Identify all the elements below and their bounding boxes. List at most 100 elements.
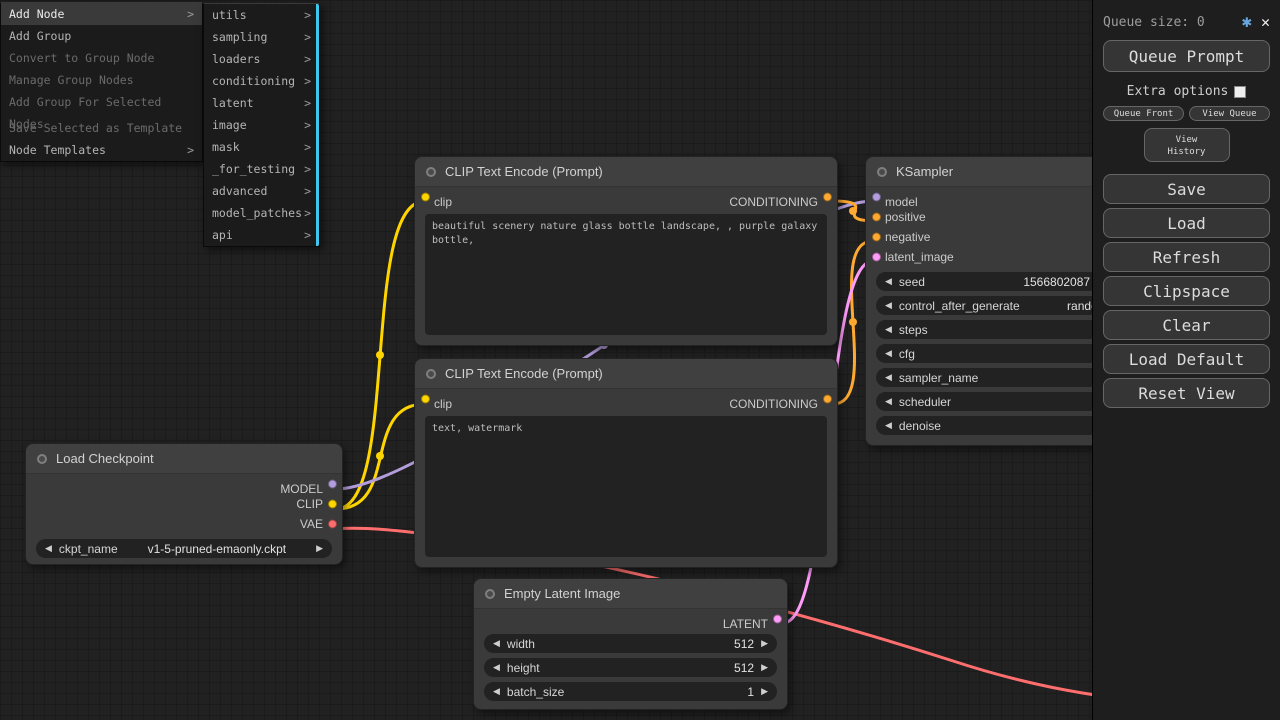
ckpt-name-widget[interactable]: ◀ ckpt_name v1-5-pruned-emaonly.ckpt ▶ xyxy=(36,539,332,558)
menu-item-label: api xyxy=(212,224,233,246)
reset-view-button[interactable]: Reset View xyxy=(1103,378,1270,408)
clip-input-slot[interactable] xyxy=(421,193,430,202)
decrement-arrow-icon[interactable]: ◀ xyxy=(885,300,892,311)
queue-prompt-button[interactable]: Queue Prompt xyxy=(1103,40,1270,72)
submenu-item-advanced[interactable]: advanced > xyxy=(204,180,319,202)
close-icon[interactable]: ✕ xyxy=(1261,13,1270,31)
menu-item-label: Manage Group Nodes xyxy=(9,69,134,91)
widget-label: height xyxy=(507,661,540,675)
prompt-textarea[interactable]: beautiful scenery nature glass bottle la… xyxy=(425,214,827,335)
node-title-bar[interactable]: CLIP Text Encode (Prompt) xyxy=(415,359,837,389)
settings-icon[interactable]: ✱ xyxy=(1242,12,1252,32)
submenu-arrow-icon: > xyxy=(304,70,311,92)
decrement-arrow-icon[interactable]: ◀ xyxy=(885,324,892,335)
submenu-scrollbar[interactable] xyxy=(316,4,319,246)
submenu-item-loaders[interactable]: loaders > xyxy=(204,48,319,70)
negative-input-slot[interactable] xyxy=(872,233,881,242)
save-button[interactable]: Save xyxy=(1103,174,1270,204)
submenu-item-image[interactable]: image > xyxy=(204,114,319,136)
model-output-slot[interactable] xyxy=(328,480,337,489)
collapse-dot[interactable] xyxy=(426,167,436,177)
conditioning-output-slot[interactable] xyxy=(823,193,832,202)
decrement-arrow-icon[interactable]: ◀ xyxy=(885,348,892,359)
prompt-textarea[interactable]: text, watermark xyxy=(425,416,827,557)
increment-arrow-icon[interactable]: ▶ xyxy=(761,662,768,673)
submenu-item-latent[interactable]: latent > xyxy=(204,92,319,114)
slot-label: LATENT xyxy=(723,617,768,631)
load-default-button[interactable]: Load Default xyxy=(1103,344,1270,374)
view-history-button[interactable]: View History xyxy=(1144,128,1230,162)
widget-value: 512 xyxy=(734,661,754,675)
node-clip-text-encode-positive[interactable]: CLIP Text Encode (Prompt) clip CONDITION… xyxy=(414,156,838,346)
decrement-arrow-icon[interactable]: ◀ xyxy=(493,638,500,649)
load-button[interactable]: Load xyxy=(1103,208,1270,238)
latent-image-input-slot[interactable] xyxy=(872,253,881,262)
decrement-arrow-icon[interactable]: ◀ xyxy=(493,662,500,673)
submenu-item-utils[interactable]: utils > xyxy=(204,4,319,26)
width-widget[interactable]: ◀ width 512 ▶ xyxy=(484,634,777,653)
node-load-checkpoint[interactable]: Load Checkpoint MODEL CLIP VAE ◀ ckpt_na… xyxy=(25,443,343,565)
widget-value: v1-5-pruned-emaonly.ckpt xyxy=(148,542,287,556)
context-menu-item-add-node[interactable]: Add Node > xyxy=(1,3,202,25)
vae-output-slot[interactable] xyxy=(328,520,337,529)
submenu-item-conditioning[interactable]: conditioning > xyxy=(204,70,319,92)
positive-input-slot[interactable] xyxy=(872,213,881,222)
clip-output-slot[interactable] xyxy=(328,500,337,509)
submenu-item-api[interactable]: api > xyxy=(204,224,319,246)
clipspace-button[interactable]: Clipspace xyxy=(1103,276,1270,306)
menu-item-label: Convert to Group Node xyxy=(9,47,154,69)
model-input-slot[interactable] xyxy=(872,193,881,202)
collapse-dot[interactable] xyxy=(37,454,47,464)
conditioning-output-slot[interactable] xyxy=(823,395,832,404)
clip-input-slot[interactable] xyxy=(421,395,430,404)
decrement-arrow-icon[interactable]: ◀ xyxy=(885,372,892,383)
slot-label: positive xyxy=(885,210,926,224)
widget-label: denoise xyxy=(899,419,941,433)
increment-arrow-icon[interactable]: ▶ xyxy=(316,543,323,554)
queue-front-button[interactable]: Queue Front xyxy=(1103,106,1184,121)
submenu-item-sampling[interactable]: sampling > xyxy=(204,26,319,48)
node-title-bar[interactable]: Empty Latent Image xyxy=(474,579,787,609)
decrement-arrow-icon[interactable]: ◀ xyxy=(885,396,892,407)
node-title-bar[interactable]: CLIP Text Encode (Prompt) xyxy=(415,157,837,187)
decrement-arrow-icon[interactable]: ◀ xyxy=(45,543,52,554)
submenu-item-mask[interactable]: mask > xyxy=(204,136,319,158)
node-title: Load Checkpoint xyxy=(56,451,154,466)
collapse-dot[interactable] xyxy=(426,369,436,379)
decrement-arrow-icon[interactable]: ◀ xyxy=(493,686,500,697)
submenu-item-for-testing[interactable]: _for_testing > xyxy=(204,158,319,180)
context-menu-item-add-group[interactable]: Add Group xyxy=(1,25,202,47)
decrement-arrow-icon[interactable]: ◀ xyxy=(885,420,892,431)
menu-item-label: utils xyxy=(212,4,247,26)
node-clip-text-encode-negative[interactable]: CLIP Text Encode (Prompt) clip CONDITION… xyxy=(414,358,838,568)
menu-item-label: sampling xyxy=(212,26,267,48)
context-menu-item-node-templates[interactable]: Node Templates > xyxy=(1,139,202,161)
widget-label: seed xyxy=(899,275,925,289)
slot-label: negative xyxy=(885,230,930,244)
collapse-dot[interactable] xyxy=(485,589,495,599)
submenu-item-model-patches[interactable]: model_patches > xyxy=(204,202,319,224)
extra-options-checkbox[interactable] xyxy=(1234,86,1246,98)
submenu-arrow-icon: > xyxy=(304,4,311,26)
clear-button[interactable]: Clear xyxy=(1103,310,1270,340)
widget-label: control_after_generate xyxy=(899,299,1020,313)
slot-label: CLIP xyxy=(296,497,323,511)
decrement-arrow-icon[interactable]: ◀ xyxy=(885,276,892,287)
submenu-arrow-icon: > xyxy=(304,92,311,114)
menu-item-label: Add Node xyxy=(9,3,64,25)
node-empty-latent-image[interactable]: Empty Latent Image LATENT ◀ width 512 ▶ … xyxy=(473,578,788,710)
refresh-button[interactable]: Refresh xyxy=(1103,242,1270,272)
view-queue-button[interactable]: View Queue xyxy=(1189,106,1270,121)
latent-output-slot[interactable] xyxy=(773,615,782,624)
widget-label: scheduler xyxy=(899,395,951,409)
widget-label: cfg xyxy=(899,347,915,361)
increment-arrow-icon[interactable]: ▶ xyxy=(761,638,768,649)
submenu-arrow-icon: > xyxy=(304,26,311,48)
collapse-dot[interactable] xyxy=(877,167,887,177)
batch-size-widget[interactable]: ◀ batch_size 1 ▶ xyxy=(484,682,777,701)
height-widget[interactable]: ◀ height 512 ▶ xyxy=(484,658,777,677)
widget-label: sampler_name xyxy=(899,371,978,385)
node-title-bar[interactable]: Load Checkpoint xyxy=(26,444,342,474)
increment-arrow-icon[interactable]: ▶ xyxy=(761,686,768,697)
slot-label: latent_image xyxy=(885,250,954,264)
